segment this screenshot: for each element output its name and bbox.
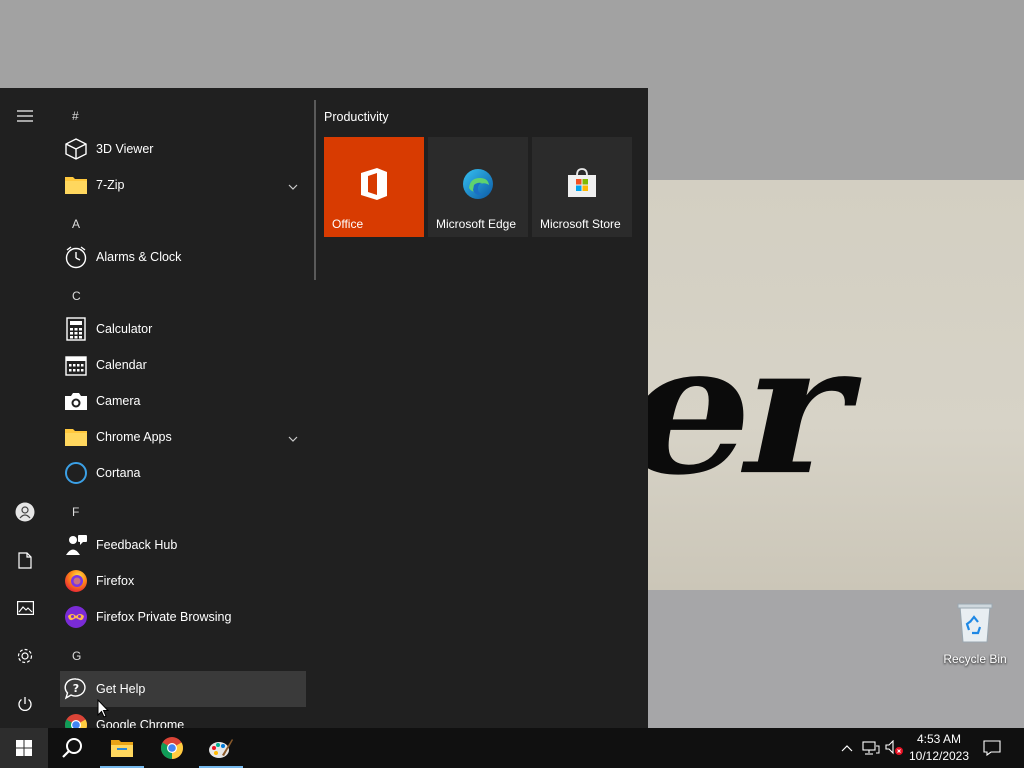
app-item-firefox[interactable]: Firefox	[60, 563, 306, 599]
settings-icon[interactable]	[13, 644, 37, 668]
app-item-label: Firefox	[96, 574, 135, 588]
app-list[interactable]: # 3D Viewer 7-Zip A Alarms & Clock C Cal…	[50, 88, 312, 728]
app-item-label: Feedback Hub	[96, 538, 178, 552]
app-item-feedback-hub[interactable]: Feedback Hub	[60, 527, 306, 563]
folder-icon	[64, 425, 88, 449]
file-explorer-icon	[111, 740, 133, 757]
volume-control[interactable]	[884, 728, 906, 768]
app-item-chrome-apps[interactable]: Chrome Apps	[60, 419, 306, 455]
app-item-3d-viewer[interactable]: 3D Viewer	[60, 131, 306, 167]
notification-icon	[983, 740, 1001, 756]
section-header-hash[interactable]: #	[72, 109, 79, 123]
desktop-wallpaper: er	[648, 180, 1024, 590]
calculator-icon	[64, 317, 88, 341]
chevron-up-icon	[841, 745, 853, 752]
chrome-icon	[64, 713, 88, 728]
power-icon[interactable]	[13, 692, 37, 716]
menu-icon[interactable]	[13, 104, 37, 128]
recycle-bin[interactable]: Recycle Bin	[936, 600, 1014, 666]
network-icon	[862, 741, 880, 755]
user-icon[interactable]	[13, 500, 37, 524]
firefox-private-icon	[64, 605, 88, 629]
store-icon	[532, 167, 632, 199]
app-item-label: Cortana	[96, 466, 141, 480]
app-item-alarms-clock[interactable]: Alarms & Clock	[60, 239, 306, 275]
app-item-7-zip[interactable]: 7-Zip	[60, 167, 306, 203]
app-item-label: Camera	[96, 394, 141, 408]
taskbar-chrome[interactable]	[148, 728, 196, 768]
show-hidden-icons[interactable]	[838, 728, 856, 768]
calendar-icon	[64, 353, 88, 377]
search-icon	[62, 738, 82, 758]
tile-group-title[interactable]: Productivity	[324, 110, 389, 124]
camera-icon	[64, 389, 88, 413]
taskbar-paint[interactable]	[197, 728, 245, 768]
paint-icon	[209, 739, 233, 758]
cortana-icon	[64, 461, 88, 485]
app-item-label: Calculator	[96, 322, 153, 336]
pictures-icon[interactable]	[13, 596, 37, 620]
clock-icon	[64, 245, 88, 269]
start-menu: # 3D Viewer 7-Zip A Alarms & Clock C Cal…	[0, 88, 648, 728]
app-item-label: Chrome Apps	[96, 430, 172, 444]
tile-microsoft-edge[interactable]: Microsoft Edge	[428, 137, 528, 237]
action-center[interactable]	[978, 728, 1006, 768]
app-item-label: 3D Viewer	[96, 142, 154, 156]
section-header-c[interactable]: C	[72, 289, 81, 303]
section-header-f[interactable]: F	[72, 505, 79, 519]
recycle-bin-icon	[957, 603, 993, 643]
help-icon: ?	[64, 677, 88, 701]
clock-time: 4:53 AM	[916, 732, 962, 746]
app-item-label: Get Help	[96, 682, 146, 696]
app-item-calculator[interactable]: Calculator	[60, 311, 306, 347]
app-item-label: Firefox Private Browsing	[96, 610, 232, 624]
app-item-camera[interactable]: Camera	[60, 383, 306, 419]
chevron-down-icon[interactable]	[288, 431, 298, 445]
app-item-label: 7-Zip	[96, 178, 125, 192]
edge-icon	[428, 167, 528, 201]
documents-icon[interactable]	[13, 548, 37, 572]
svg-text:?: ?	[73, 682, 79, 695]
tile-label: Microsoft Edge	[436, 217, 517, 231]
volume-muted-icon	[885, 740, 903, 755]
folder-icon	[64, 173, 88, 197]
recycle-bin-label: Recycle Bin	[943, 652, 1007, 666]
app-item-label: Calendar	[96, 358, 147, 372]
taskbar: 4:53 AM 10/12/2023	[0, 728, 1024, 768]
section-header-a[interactable]: A	[72, 217, 80, 231]
app-item-label: Google Chrome	[96, 718, 185, 728]
chrome-icon	[161, 737, 183, 759]
taskbar-file-explorer[interactable]	[98, 728, 146, 768]
feedback-icon	[64, 533, 88, 557]
tile-label: Office	[332, 217, 364, 231]
office-icon	[324, 167, 424, 201]
app-item-cortana[interactable]: Cortana	[60, 455, 306, 491]
clock-date: 10/12/2023	[908, 749, 970, 763]
wallpaper-lettering: er	[648, 303, 868, 516]
windows-start-icon	[16, 740, 32, 756]
app-item-label: Alarms & Clock	[96, 250, 182, 264]
search-button[interactable]	[48, 728, 96, 768]
taskbar-clock[interactable]: 4:53 AM 10/12/2023	[904, 731, 974, 765]
network-status[interactable]	[860, 728, 882, 768]
mouse-cursor-icon	[97, 699, 109, 718]
tile-microsoft-store[interactable]: Microsoft Store	[532, 137, 632, 237]
cube-icon	[64, 137, 88, 161]
pane-divider	[314, 100, 316, 280]
tile-label: Microsoft Store	[540, 217, 621, 231]
tile-office[interactable]: Office	[324, 137, 424, 237]
chevron-down-icon[interactable]	[288, 179, 298, 193]
start-rail	[0, 88, 50, 728]
start-button[interactable]	[0, 728, 48, 768]
section-header-g[interactable]: G	[72, 649, 81, 663]
app-item-firefox-private-browsing[interactable]: Firefox Private Browsing	[60, 599, 306, 635]
firefox-icon	[64, 569, 88, 593]
app-item-calendar[interactable]: Calendar	[60, 347, 306, 383]
